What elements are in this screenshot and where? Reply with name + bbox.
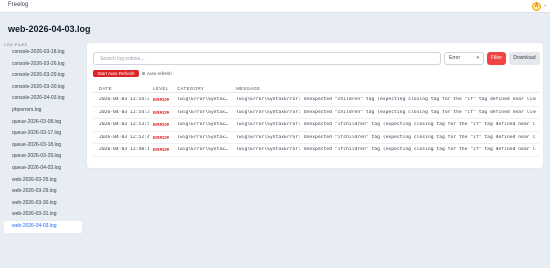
row-level-badge: ERROR [153,134,169,140]
sidebar-file-item[interactable]: phperrors.log [4,105,82,117]
row-level-badge: ERROR [153,147,169,152]
log-table-body: 2026-04-03 12:54:36 ERROR Twig\Error\Synta… [93,94,539,157]
row-message: Twig\Error\SyntaxError: Unexpected "ifch… [236,147,536,152]
sidebar-file-item[interactable]: web-2026-04-03.log [4,220,82,233]
sidebar-file-item[interactable]: web-2026-03-31.log [4,209,82,221]
row-level-badge: ERROR [153,122,169,127]
top-bar: Freelog A ⌄ [0,0,550,13]
table-row[interactable]: 2026-04-03 12:53:55 ERROR Twig\Error\Synta… [93,119,539,132]
row-date: 2026-04-03 12:53:55 [99,122,149,127]
row-category: Twig\Error\Syntax… [177,122,228,127]
table-row[interactable]: 2026-04-03 12:48:11 ERROR Twig\Error\Synta… [93,144,539,157]
column-header-message[interactable]: MESSAGE [236,86,260,91]
sidebar-file-item[interactable]: web-2026-03-30.log [4,198,82,210]
page-title: web-2026-04-03.log [8,24,91,34]
sidebar-file-item[interactable]: queue-2026-03-18.log [4,140,82,152]
row-date: 2026-04-03 12:54:31 [99,109,149,115]
table-row[interactable]: 2026-04-03 12:52:46 ERROR Twig\Error\Synta… [93,132,539,144]
row-category: Twig\Error\Syntax… [177,134,228,140]
level-select-value: Error [449,55,461,61]
row-date: 2026-04-03 12:54:36 [99,97,149,102]
sidebar-file-item[interactable]: web-2026-03-29.log [4,186,82,198]
search-input[interactable] [93,52,441,65]
row-category: Twig\Error\Syntax… [177,109,228,115]
row-date: 2026-04-03 12:52:46 [99,134,149,140]
log-viewer-card: Error ▾ Filter Download Start Auto-Refre… [86,42,544,169]
chevron-down-icon[interactable]: ⌄ [543,2,547,8]
log-file-list: console-2026-03-18.log console-2026-03-26… [4,47,82,233]
column-header-level[interactable]: LEVEL [153,86,169,91]
sidebar-file-item[interactable]: web-2026-03-25.log [4,175,82,187]
row-message: Twig\Error\SyntaxError: Unexpected "chil… [236,109,536,115]
column-header-date[interactable]: DATE [99,86,112,91]
row-message: Twig\Error\SyntaxError: Unexpected "chil… [236,97,536,102]
app-brand[interactable]: Freelog [8,2,28,8]
row-category: Twig\Error\Syntax… [177,147,228,152]
sidebar-file-item[interactable]: console-2026-03-26.log [4,59,82,71]
row-message: Twig\Error\SyntaxError: Unexpected "ifch… [236,134,536,140]
table-row[interactable]: 2026-04-03 12:54:36 ERROR Twig\Error\Synta… [93,94,539,107]
sidebar-file-item[interactable]: console-2026-04-03.log [4,93,82,105]
sidebar-file-item[interactable]: queue-2026-04-03.log [4,163,82,175]
level-select[interactable]: Error ▾ [444,52,484,65]
column-header-category[interactable]: CATEGORY [177,86,204,91]
row-category: Twig\Error\Syntax… [177,97,228,102]
row-level-badge: ERROR [153,109,169,115]
download-button[interactable]: Download [509,52,540,65]
filter-button[interactable]: Filter [487,52,506,65]
status-dot-icon [142,72,145,76]
sidebar-file-item[interactable]: queue-2026-03-29.log [4,151,82,163]
user-avatar[interactable]: A [532,2,541,11]
table-header: DATE LEVEL CATEGORY MESSAGE [93,85,539,93]
sidebar-file-item[interactable]: queue-2026-03-17.log [4,128,82,140]
row-level-badge: ERROR [153,97,169,102]
sidebar-file-item[interactable]: console-2026-03-30.log [4,82,82,94]
sidebar-file-item[interactable]: queue-2026-03-08.log [4,117,82,129]
auto-refresh-status: Auto-refresh [142,70,172,77]
auto-refresh-label: Auto-refresh [147,71,172,76]
chevron-down-icon: ▾ [476,55,479,61]
row-message: Twig\Error\SyntaxError: Unexpected "ifch… [236,122,536,127]
table-row[interactable]: 2026-04-03 12:54:31 ERROR Twig\Error\Synta… [93,107,539,119]
sidebar-file-item[interactable]: console-2026-03-18.log [4,47,82,59]
sidebar-file-item[interactable]: console-2026-03-29.log [4,70,82,82]
row-date: 2026-04-03 12:48:11 [99,147,149,152]
start-auto-refresh-button[interactable]: Start Auto-Refresh [93,70,139,77]
